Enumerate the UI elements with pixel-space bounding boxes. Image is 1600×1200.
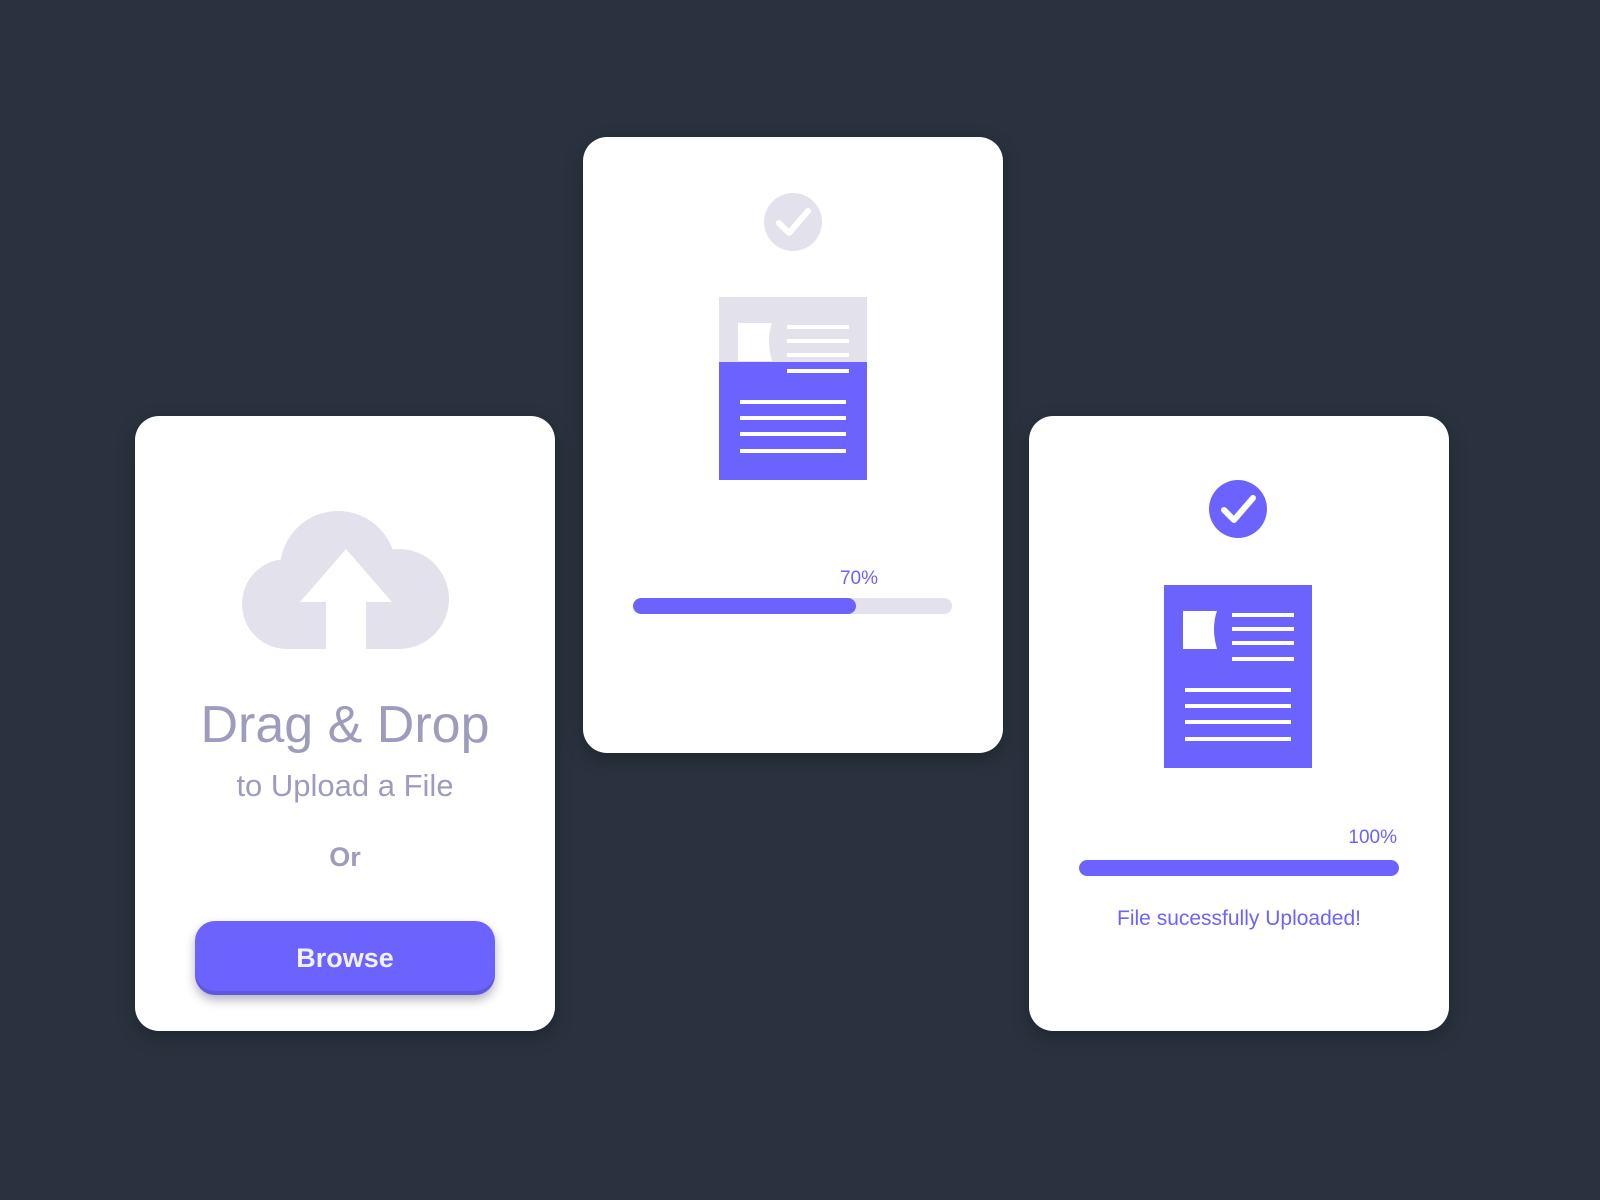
upload-success-message: File sucessfully Uploaded!: [1117, 907, 1361, 930]
progress-percent-label: 100%: [1348, 827, 1397, 848]
check-circle-icon: [1209, 480, 1267, 538]
drag-drop-subtitle: to Upload a File: [236, 768, 454, 803]
document-icon: [719, 297, 867, 480]
progress-bar: [633, 598, 952, 614]
upload-dropzone-card[interactable]: Drag & Drop to Upload a File Or Browse: [135, 416, 555, 1031]
check-circle-icon: [764, 193, 822, 251]
progress-bar-fill: [633, 598, 857, 614]
cloud-upload-icon: [242, 511, 449, 649]
upload-complete-card: 100% File sucessfully Uploaded!: [1029, 416, 1449, 1031]
progress-percent-label: 70%: [839, 568, 878, 589]
progress-bar: [1079, 860, 1399, 876]
drag-drop-title: Drag & Drop: [200, 696, 490, 754]
upload-progress-card: 70%: [583, 137, 1003, 753]
progress-bar-fill: [1079, 860, 1399, 876]
or-separator: Or: [329, 842, 361, 872]
browse-button[interactable]: Browse: [195, 921, 495, 995]
document-icon: [1164, 585, 1312, 768]
